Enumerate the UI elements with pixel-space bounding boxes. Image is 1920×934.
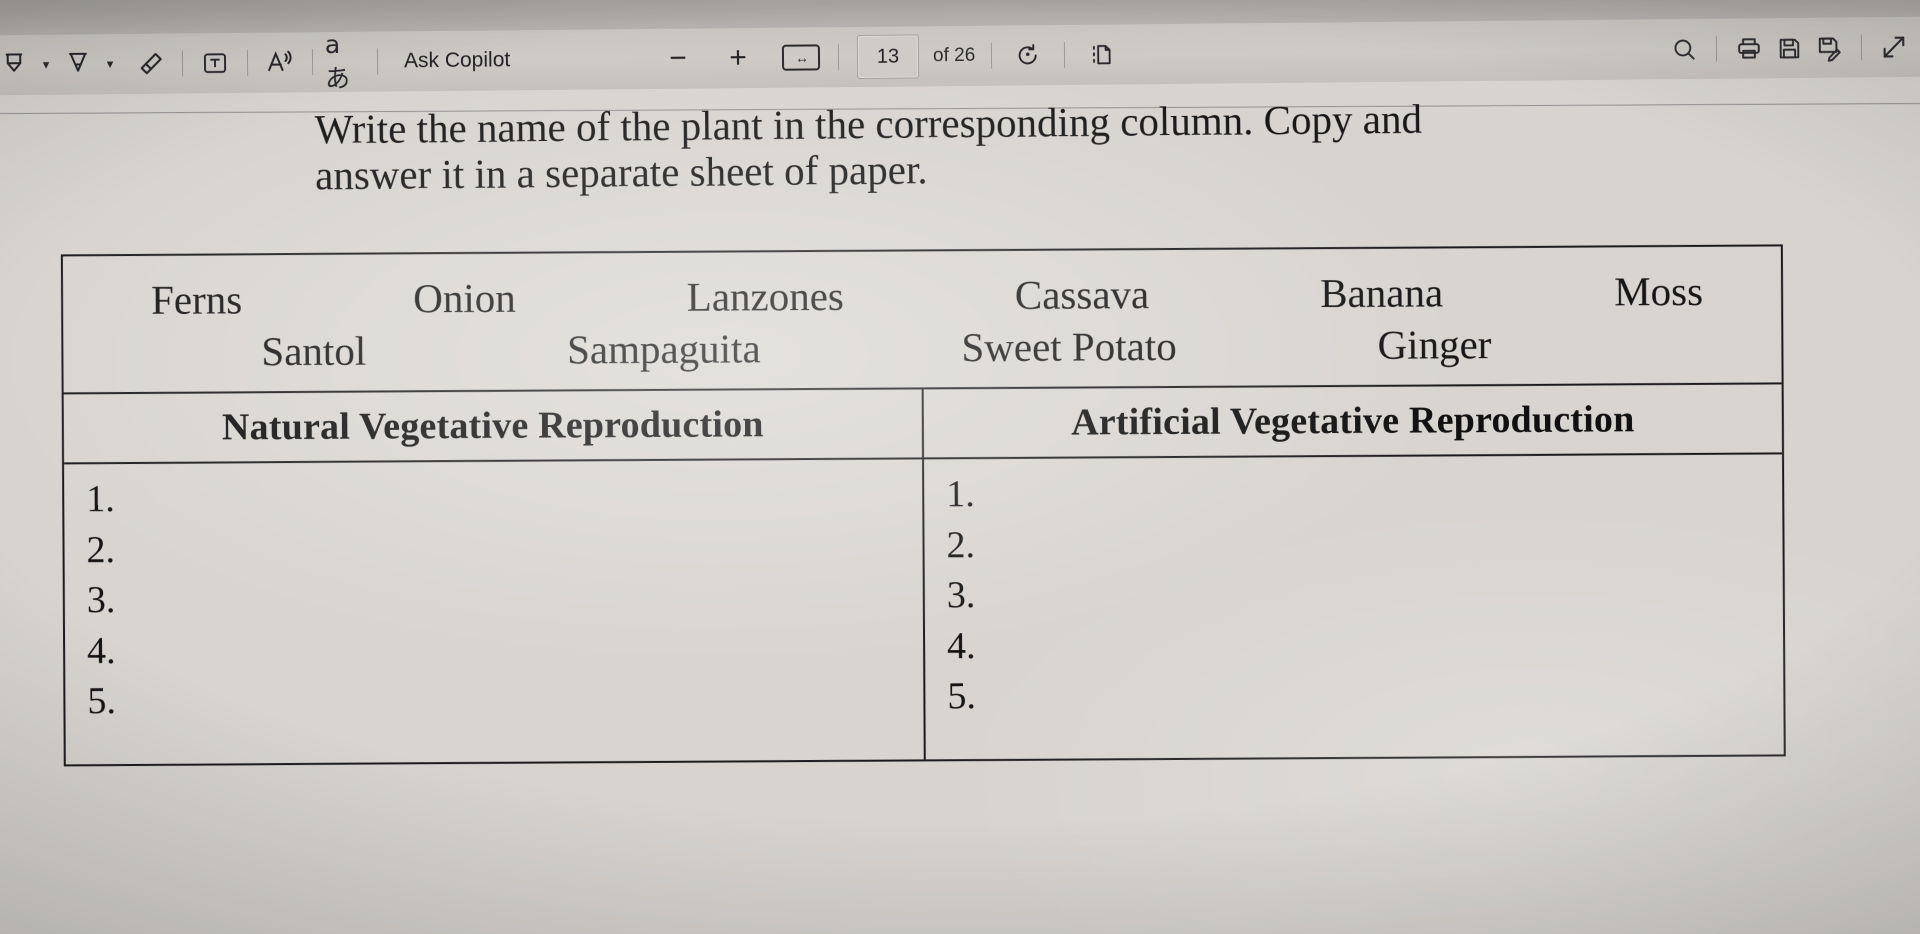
table-header-artificial: Artificial Vegetative Reproduction (1071, 398, 1635, 444)
highlighter-options-caret-icon[interactable]: ▾ (98, 45, 122, 83)
answer-line: 1. (86, 478, 115, 521)
save-as-icon[interactable] (1809, 28, 1849, 66)
pdf-annotation-tools: ▾ ▾ aあ Ask Copilot (0, 29, 510, 93)
monitor-screen: ⓘ C:/Users/ADMIN/Desktop/academic/ADM Q2… (0, 0, 1920, 934)
page-total-label: of 26 (932, 44, 976, 67)
toolbar-divider (376, 48, 379, 75)
toolbar-divider (181, 50, 184, 77)
answer-line: 5. (947, 675, 977, 718)
word-item: Ginger (1377, 321, 1492, 368)
table-cell-artificial-answers[interactable]: 1. 2. 3. 4. 5. (924, 454, 1784, 759)
page-number-input[interactable]: 13 (856, 34, 920, 80)
answer-line: 4. (87, 629, 116, 672)
word-bank: Ferns Onion Lanzones Cassava Banana Moss… (62, 246, 1782, 395)
toolbar-divider (246, 49, 249, 76)
answer-line: 3. (946, 574, 976, 617)
site-info-icon[interactable]: ⓘ (115, 0, 132, 1)
word-item: Sweet Potato (961, 322, 1177, 371)
answer-line: 1. (946, 473, 975, 516)
rotate-icon[interactable] (1008, 36, 1048, 74)
table-body-row: 1. 2. 3. 4. 5. 1. 2. 3. 4. 5. (64, 454, 1784, 765)
page-view-icon[interactable] (1081, 35, 1121, 73)
word-item: Onion (413, 274, 516, 322)
toolbar-divider (1715, 35, 1718, 62)
draw-pen-tool[interactable] (0, 46, 34, 84)
word-bank-row-1: Ferns Onion Lanzones Cassava Banana Moss (63, 260, 1781, 326)
table-header-row: Natural Vegetative Reproduction Artifici… (63, 384, 1783, 465)
table-cell-natural-answers[interactable]: 1. 2. 3. 4. 5. (64, 459, 926, 765)
erase-tool[interactable] (130, 45, 170, 83)
zoom-in-button[interactable]: + (716, 38, 760, 78)
printer-icon[interactable] (1729, 29, 1769, 67)
toolbar-divider (991, 42, 993, 69)
answer-line: 2. (86, 528, 116, 571)
save-icon[interactable] (1769, 29, 1809, 67)
highlighter-tool[interactable] (58, 45, 98, 83)
zoom-out-button[interactable]: − (656, 39, 700, 79)
instruction-text: Write the name of the plant in the corre… (314, 92, 1835, 199)
search-icon[interactable] (1664, 30, 1704, 68)
answer-line: 3. (86, 579, 116, 622)
word-item: Santol (261, 327, 367, 375)
pdf-right-tools (1664, 28, 1914, 68)
word-item: Ferns (150, 276, 243, 323)
expand-arrows-icon[interactable] (1874, 28, 1914, 66)
word-bank-row-2: Santol Sampaguita Sweet Potato Ginger (63, 316, 1781, 382)
add-text-tool[interactable] (195, 44, 235, 82)
pdf-page: Write the name of the plant in the corre… (0, 76, 1920, 934)
answer-line: 2. (946, 523, 976, 566)
screen-photo: ⓘ C:/Users/ADMIN/Desktop/academic/ADM Q2… (0, 0, 1920, 934)
ask-copilot-button[interactable]: Ask Copilot (404, 48, 510, 73)
worksheet-table: Ferns Onion Lanzones Cassava Banana Moss… (60, 244, 1786, 767)
table-header-natural: Natural Vegetative Reproduction (63, 389, 925, 463)
toolbar-divider (1064, 42, 1066, 69)
pen-options-caret-icon[interactable]: ▾ (34, 46, 58, 84)
word-item: Banana (1320, 269, 1444, 317)
word-item: Lanzones (686, 272, 844, 320)
fit-to-width-icon[interactable]: ↔ (781, 44, 821, 71)
toolbar-divider (837, 44, 840, 71)
pdf-page-controls: − + ↔ 13 of 26 (656, 32, 1122, 80)
toolbar-divider (1860, 34, 1863, 61)
word-item: Sampaguita (566, 325, 761, 373)
toolbar-divider (311, 49, 314, 76)
answer-line: 5. (87, 680, 117, 723)
translate-tool[interactable]: aあ (325, 29, 365, 92)
word-item: Cassava (1014, 271, 1150, 318)
word-item: Moss (1614, 267, 1704, 315)
read-aloud-tool[interactable] (260, 43, 300, 81)
answer-line: 4. (946, 624, 976, 667)
